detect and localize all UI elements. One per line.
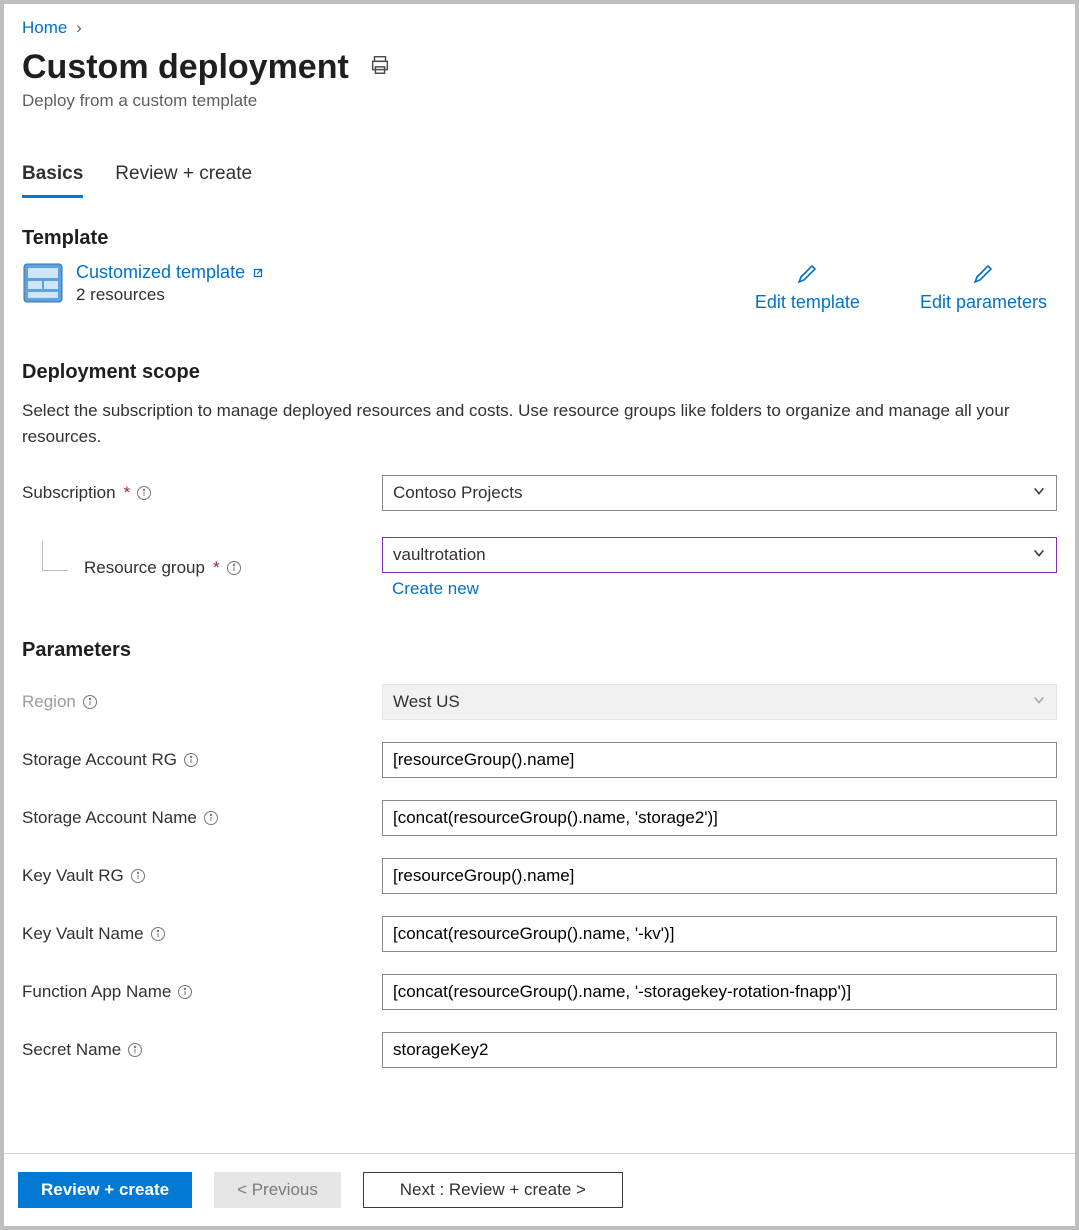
chevron-down-icon bbox=[1032, 692, 1046, 712]
section-scope-heading: Deployment scope bbox=[22, 361, 1057, 384]
function-app-name-label: Function App Name bbox=[22, 982, 171, 1002]
tab-basics[interactable]: Basics bbox=[22, 163, 83, 198]
resource-group-select[interactable]: vaultrotation bbox=[382, 537, 1057, 573]
key-vault-name-input[interactable] bbox=[382, 916, 1057, 952]
required-indicator: * bbox=[213, 558, 220, 578]
breadcrumb: Home › bbox=[22, 18, 1057, 38]
resource-group-value: vaultrotation bbox=[393, 545, 486, 565]
breadcrumb-home[interactable]: Home bbox=[22, 18, 67, 37]
region-label: Region bbox=[22, 692, 76, 712]
tab-bar: Basics Review + create bbox=[22, 163, 1057, 199]
page-title: Custom deployment bbox=[22, 48, 349, 87]
review-create-button[interactable]: Review + create bbox=[18, 1172, 192, 1208]
info-icon[interactable] bbox=[177, 984, 193, 1000]
info-icon[interactable] bbox=[136, 485, 152, 501]
storage-account-rg-input[interactable] bbox=[382, 742, 1057, 778]
key-vault-name-label: Key Vault Name bbox=[22, 924, 144, 944]
chevron-right-icon: › bbox=[76, 18, 82, 37]
subscription-select[interactable]: Contoso Projects bbox=[382, 475, 1057, 511]
edit-icon bbox=[795, 262, 819, 286]
edit-icon bbox=[971, 262, 995, 286]
key-vault-rg-input[interactable] bbox=[382, 858, 1057, 894]
region-select: West US bbox=[382, 684, 1057, 720]
info-icon[interactable] bbox=[82, 694, 98, 710]
customized-template-link-text: Customized template bbox=[76, 262, 245, 283]
info-icon[interactable] bbox=[183, 752, 199, 768]
info-icon[interactable] bbox=[130, 868, 146, 884]
section-template-heading: Template bbox=[22, 227, 1057, 250]
function-app-name-input[interactable] bbox=[382, 974, 1057, 1010]
footer: Review + create < Previous Next : Review… bbox=[4, 1153, 1075, 1226]
info-icon[interactable] bbox=[226, 560, 242, 576]
subscription-label: Subscription bbox=[22, 483, 116, 503]
region-value: West US bbox=[393, 692, 460, 712]
tab-review[interactable]: Review + create bbox=[115, 163, 252, 198]
section-parameters-heading: Parameters bbox=[22, 639, 1057, 662]
chevron-down-icon bbox=[1032, 545, 1046, 565]
open-external-icon bbox=[251, 266, 265, 280]
secret-name-label: Secret Name bbox=[22, 1040, 121, 1060]
tree-connector bbox=[42, 541, 68, 571]
template-resource-count: 2 resources bbox=[76, 285, 755, 305]
customized-template-link[interactable]: Customized template bbox=[76, 262, 265, 283]
next-button[interactable]: Next : Review + create > bbox=[363, 1172, 623, 1208]
edit-parameters-label: Edit parameters bbox=[920, 292, 1047, 313]
required-indicator: * bbox=[124, 483, 131, 503]
resource-group-label: Resource group bbox=[84, 558, 205, 578]
info-icon[interactable] bbox=[150, 926, 166, 942]
create-new-link[interactable]: Create new bbox=[392, 579, 479, 599]
edit-template-label: Edit template bbox=[755, 292, 860, 313]
edit-template-button[interactable]: Edit template bbox=[755, 262, 860, 313]
print-icon[interactable] bbox=[369, 54, 391, 81]
template-icon bbox=[22, 262, 64, 304]
previous-button: < Previous bbox=[214, 1172, 341, 1208]
info-icon[interactable] bbox=[203, 810, 219, 826]
secret-name-input[interactable] bbox=[382, 1032, 1057, 1068]
info-icon[interactable] bbox=[127, 1042, 143, 1058]
storage-account-name-input[interactable] bbox=[382, 800, 1057, 836]
key-vault-rg-label: Key Vault RG bbox=[22, 866, 124, 886]
page-subtitle: Deploy from a custom template bbox=[22, 91, 1057, 111]
subscription-value: Contoso Projects bbox=[393, 483, 522, 503]
storage-account-rg-label: Storage Account RG bbox=[22, 750, 177, 770]
scope-description: Select the subscription to manage deploy… bbox=[22, 398, 1022, 449]
storage-account-name-label: Storage Account Name bbox=[22, 808, 197, 828]
edit-parameters-button[interactable]: Edit parameters bbox=[920, 262, 1047, 313]
chevron-down-icon bbox=[1032, 483, 1046, 503]
